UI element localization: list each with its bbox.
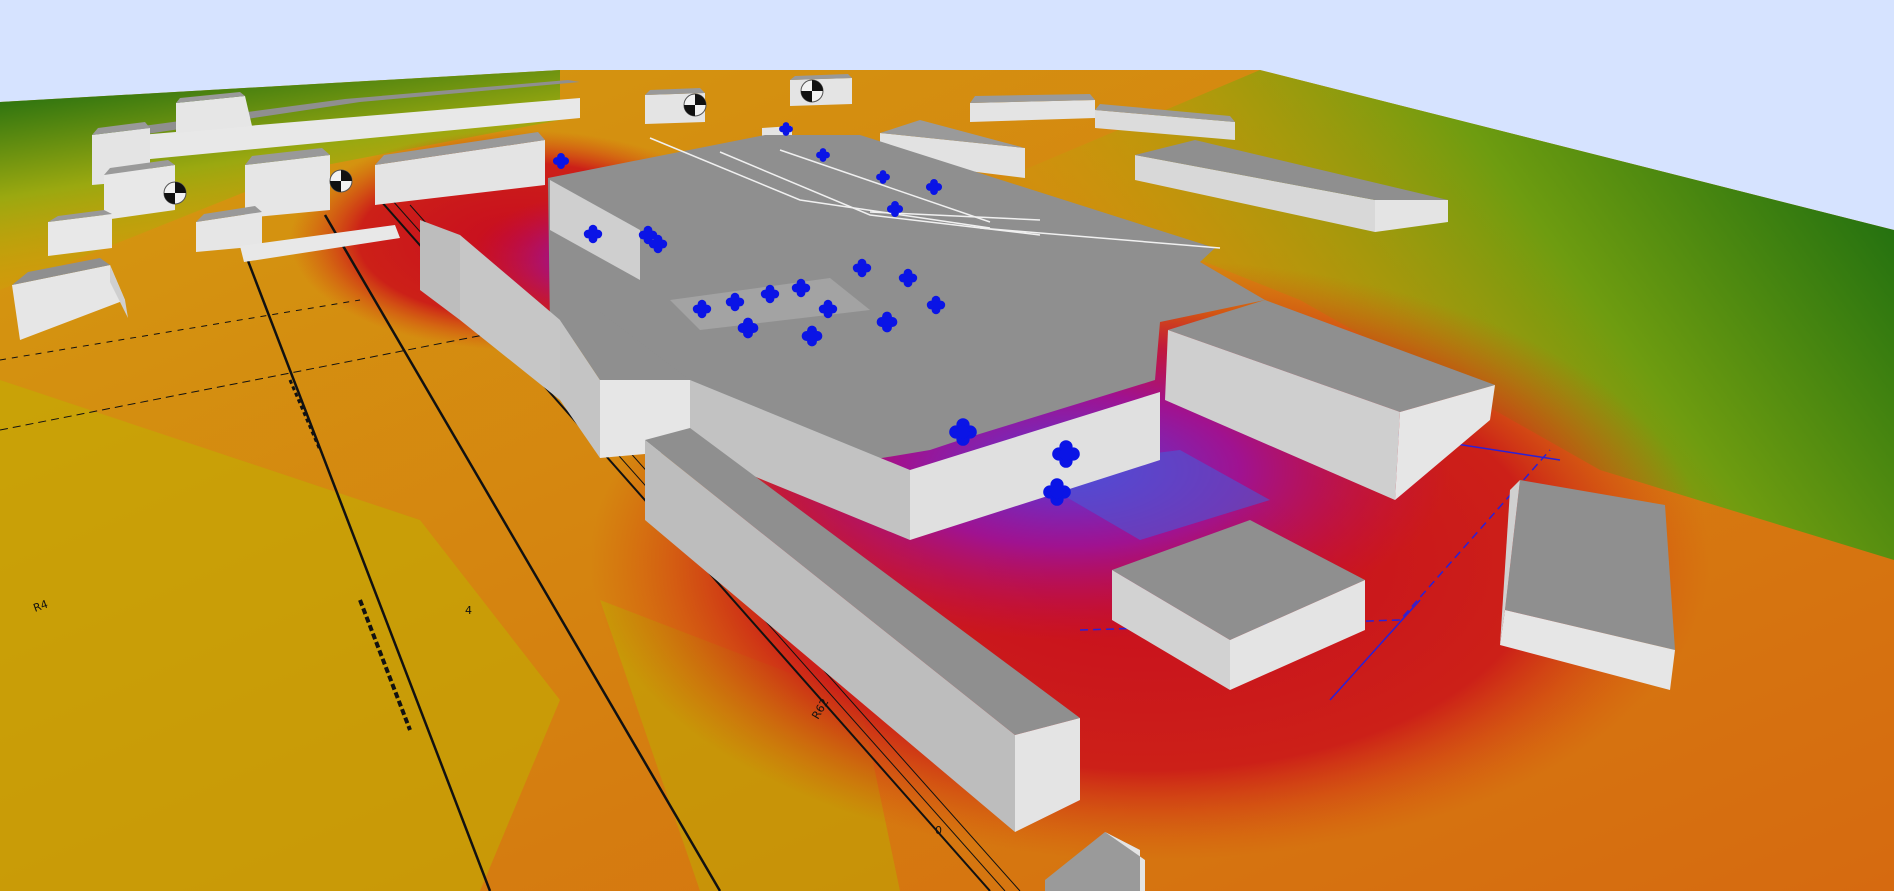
3d-noise-map-viewport[interactable]: R4 R62 4 0 [0,0,1894,891]
receiver-quadrant-icon[interactable] [683,93,707,117]
receiver-quadrant-icon[interactable] [163,181,187,205]
track-label-4: 4 [465,604,472,617]
3d-scene[interactable]: R4 R62 4 0 [0,0,1894,891]
track-label-0: 0 [935,824,942,837]
receiver-quadrant-icon[interactable] [800,79,824,103]
receiver-quadrant-icon[interactable] [329,169,353,193]
